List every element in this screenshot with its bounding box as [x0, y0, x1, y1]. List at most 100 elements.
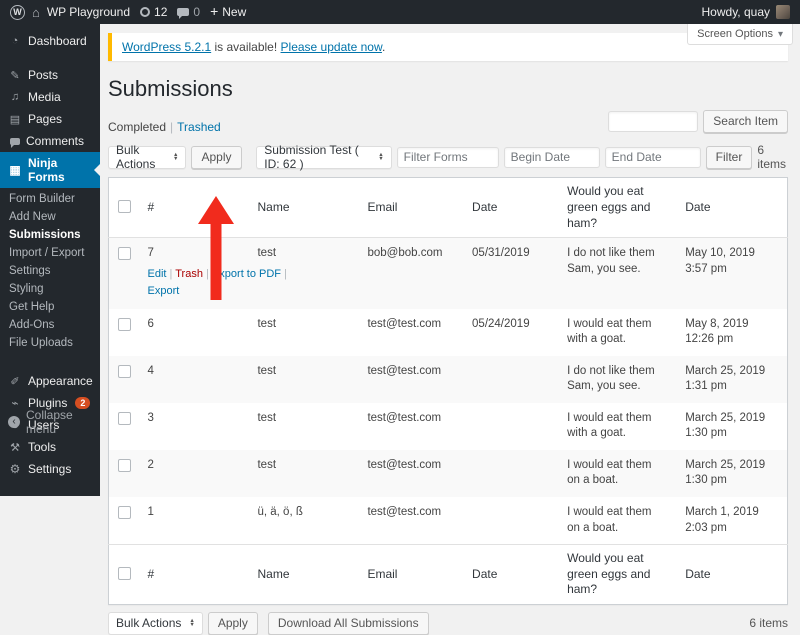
select-all-checkbox[interactable]: [118, 200, 131, 214]
submission-id: 2: [147, 458, 154, 471]
column-header-date2[interactable]: Date: [676, 544, 788, 605]
column-header-date[interactable]: Date: [463, 177, 559, 239]
screen-options-tab[interactable]: Screen Options: [687, 24, 793, 45]
wordpress-logo-icon[interactable]: [10, 4, 25, 20]
new-content-menu[interactable]: New: [210, 5, 246, 19]
apply-button[interactable]: Apply: [191, 145, 242, 169]
tablenav-top: Bulk Actions Apply Submission Test ( ID:…: [108, 143, 788, 171]
sidebar-subitem-styling[interactable]: Styling: [0, 280, 100, 298]
column-header-question[interactable]: Would you eat green eggs and ham?: [558, 544, 677, 605]
view-completed[interactable]: Completed: [108, 120, 166, 134]
column-header-date[interactable]: Date: [463, 544, 559, 605]
updates-indicator[interactable]: 12: [140, 5, 167, 19]
form-filter-select[interactable]: Submission Test ( ID: 62 ): [256, 143, 392, 171]
page-title: Submissions: [108, 76, 233, 101]
sidebar-subitem-submissions[interactable]: Submissions: [0, 226, 100, 244]
sidebar-item-label: Pages: [28, 112, 63, 126]
action-separator: |: [281, 267, 287, 280]
howdy-text[interactable]: Howdy, quay: [702, 5, 770, 19]
row-checkbox[interactable]: [118, 458, 131, 472]
select-all-checkbox[interactable]: [118, 567, 131, 581]
column-header-email[interactable]: Email: [358, 177, 464, 239]
sidebar-item-appearance[interactable]: Appearance: [0, 370, 100, 392]
comments-indicator[interactable]: 0: [177, 5, 200, 19]
view-filters: Completed | Trashed: [108, 120, 221, 135]
bulk-actions-label: Bulk Actions: [116, 143, 156, 172]
comments-icon: [10, 137, 20, 148]
submissions-table: # Name Email Date Would you eat green eg…: [108, 177, 788, 605]
row-action-edit[interactable]: Edit: [148, 268, 167, 280]
sidebar-item-collapse-menu[interactable]: Collapse menu: [0, 404, 100, 440]
wordpress-version-link[interactable]: WordPress 5.2.1: [122, 40, 211, 54]
site-name-link[interactable]: WP Playground: [47, 5, 130, 19]
cell-date2: March 25, 2019 1:31 pm: [685, 364, 766, 393]
submission-id: 1: [147, 506, 154, 518]
sidebar-item-comments[interactable]: Comments: [0, 130, 100, 152]
search-input[interactable]: [608, 111, 699, 133]
row-checkbox[interactable]: [118, 247, 131, 261]
sidebar-item-label: Comments: [26, 134, 85, 148]
updates-count: 12: [154, 5, 168, 19]
apply-button-bottom[interactable]: Apply: [207, 611, 258, 635]
begin-date-input[interactable]: [503, 146, 600, 168]
row-checkbox[interactable]: [118, 506, 131, 519]
sidebar-item-settings[interactable]: Settings: [0, 458, 100, 480]
sidebar-subitem-file-uploads[interactable]: File Uploads: [0, 334, 100, 352]
user-avatar[interactable]: [776, 5, 790, 19]
sidebar-menu: Dashboard Posts Media Pages Comments Ninja Fo…: [0, 30, 100, 480]
filter-forms-input[interactable]: [396, 146, 499, 168]
sidebar-subitem-get-help[interactable]: Get Help: [0, 298, 100, 316]
settings-icon: [8, 462, 22, 476]
row-action-export-to-pdf[interactable]: Export to PDF: [212, 268, 281, 280]
table-row: 4 test test@test.com I do not like them Sam…: [108, 355, 788, 403]
sidebar-item-dashboard[interactable]: Dashboard: [0, 30, 100, 52]
search-item-button[interactable]: Search Item: [703, 110, 788, 134]
sidebar-item-posts[interactable]: Posts: [0, 64, 100, 86]
media-icon: [8, 91, 22, 103]
row-action-trash[interactable]: Trash: [175, 268, 203, 280]
bulk-actions-select[interactable]: Bulk Actions: [108, 143, 187, 172]
update-now-link[interactable]: Please update now: [281, 40, 382, 54]
column-header-question[interactable]: Would you eat green eggs and ham?: [558, 177, 677, 239]
items-count: 6 items: [757, 143, 786, 172]
action-separator: |: [202, 267, 212, 280]
filter-button[interactable]: Filter: [705, 145, 753, 169]
action-separator: |: [166, 267, 176, 280]
row-checkbox[interactable]: [118, 411, 131, 425]
tablenav-bottom: Bulk Actions Apply Download All Submissi…: [108, 611, 788, 635]
chevron-down-icon: [778, 28, 783, 40]
column-header-name[interactable]: Name: [248, 544, 359, 605]
cell-date: [463, 403, 558, 450]
cell-date2: March 25, 2019 1:30 pm: [685, 411, 766, 440]
comments-count: 0: [193, 5, 201, 19]
column-header-date2[interactable]: Date: [676, 177, 788, 239]
column-header-email[interactable]: Email: [358, 544, 464, 605]
bulk-actions-select-bottom[interactable]: Bulk Actions: [108, 611, 203, 635]
sidebar-subitem-import-export[interactable]: Import / Export: [0, 244, 100, 262]
screen-options-label: Screen Options: [697, 28, 773, 40]
sidebar-item-pages[interactable]: Pages: [0, 108, 100, 130]
sidebar-item-ninja-forms[interactable]: Ninja Forms: [0, 152, 100, 188]
end-date-input[interactable]: [604, 146, 701, 168]
view-trashed-link[interactable]: Trashed: [177, 120, 221, 134]
cell-answer: I would eat them on a boat.: [567, 458, 652, 487]
sidebar-subitem-add-ons[interactable]: Add-Ons: [0, 316, 100, 334]
column-header-id[interactable]: #: [138, 177, 249, 239]
table-row: 2 test test@test.com I would eat them on a …: [108, 449, 788, 497]
cell-name: test: [257, 317, 277, 330]
tools-icon: [8, 441, 22, 454]
sidebar-subitem-form-builder[interactable]: Form Builder: [0, 190, 100, 208]
notice-period: .: [381, 40, 386, 54]
column-header-name[interactable]: Name: [248, 177, 359, 239]
cell-answer: I would eat them with a goat.: [567, 317, 652, 346]
column-header-id[interactable]: #: [138, 544, 249, 605]
row-action-export[interactable]: Export: [148, 285, 180, 297]
download-all-submissions-button[interactable]: Download All Submissions: [267, 611, 429, 635]
admin-sidebar-menu: Dashboard Posts Media Pages Comments Ninja Fo…: [0, 24, 100, 496]
sidebar-subitem-settings[interactable]: Settings: [0, 262, 100, 280]
sidebar-item-media[interactable]: Media: [0, 86, 100, 108]
sidebar-subitem-add-new[interactable]: Add New: [0, 208, 100, 226]
row-checkbox[interactable]: [118, 317, 131, 331]
cell-date2: May 10, 2019 3:57 pm: [685, 247, 755, 275]
row-checkbox[interactable]: [118, 364, 131, 378]
